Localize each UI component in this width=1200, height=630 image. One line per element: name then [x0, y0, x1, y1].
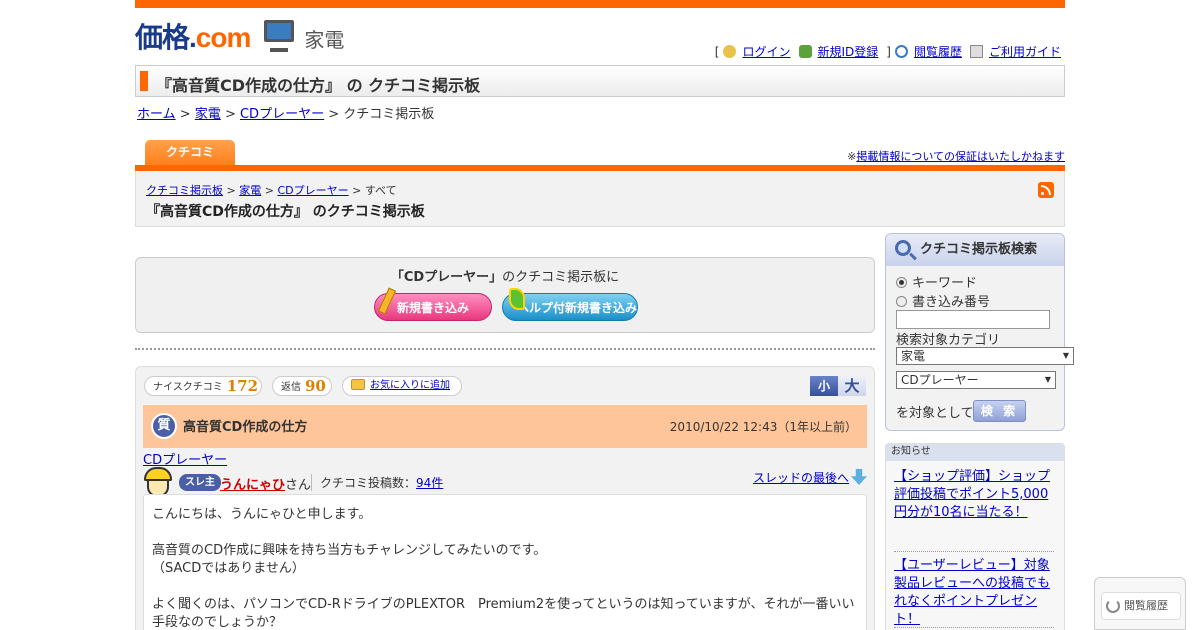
title-bar: 『高音質CD作成の仕方』 の クチコミ掲示板	[135, 65, 1065, 97]
history-icon	[1106, 599, 1120, 613]
board-header: クチコミ掲示板 > 家電 > CDプレーヤー > すべて 『高音質CD作成の仕方…	[135, 171, 1065, 227]
breadcrumb: ホーム > 家電 > CDプレーヤー > クチコミ掲示板	[137, 107, 435, 122]
reply-count-badge: 返信 90	[272, 376, 332, 396]
post-line: 手段なのでしょうか？	[152, 615, 283, 630]
board-crumb-subcategory[interactable]: CDプレーヤー	[277, 184, 348, 197]
board-crumb-category[interactable]: 家電	[239, 184, 261, 197]
font-small-button[interactable]: 小	[810, 376, 838, 396]
rss-icon[interactable]	[1038, 182, 1054, 198]
beginner-mark-icon	[509, 288, 525, 310]
post-line: よく聞くのは、パソコンでCD-RドライブのPLEXTOR Premium2を使っ…	[152, 597, 855, 612]
disclaimer-link[interactable]: 掲載情報についての保証はいたしかねます	[856, 150, 1065, 163]
breadcrumb-current: クチコミ掲示板	[343, 107, 435, 122]
top-accent-bar	[135, 0, 1065, 8]
breadcrumb-subcategory[interactable]: CDプレーヤー	[240, 107, 324, 122]
arrow-down-icon[interactable]	[851, 469, 867, 485]
board-breadcrumb: クチコミ掲示板 > 家電 > CDプレーヤー > すべて	[146, 184, 397, 197]
folder-icon	[351, 379, 365, 390]
board-search-panel: クチコミ掲示板検索 キーワード 書き込み番号 検索対象カテゴリ 家電 CDプレー…	[885, 233, 1074, 431]
thread-category-link[interactable]: CDプレーヤー	[143, 449, 227, 468]
notice-divider	[894, 627, 1054, 628]
jump-to-end-link[interactable]: スレッドの最後へ	[753, 471, 849, 485]
history-link[interactable]: 閲覧履歴	[914, 43, 962, 60]
question-title: 高音質CD作成の仕方	[183, 420, 308, 435]
notice-item-review[interactable]: 【ユーザーレビュー】対象製品レビューへの投稿でもれなくポイントプレゼント！	[894, 551, 1054, 629]
search-category-label: 検索対象カテゴリ	[896, 333, 1001, 348]
breadcrumb-category[interactable]: 家電	[195, 107, 221, 122]
user-add-icon	[798, 45, 812, 58]
jump-to-end: スレッドの最後へ	[753, 469, 867, 486]
breadcrumb-home[interactable]: ホーム	[137, 107, 176, 122]
site-logo[interactable]: 価格.com 家電	[135, 18, 344, 54]
post-body: こんにちは、うんにゃひと申します。 高音質のCD作成に興味を持ち当方もチャレンジ…	[143, 494, 867, 630]
add-favorite-button[interactable]: お気に入りに追加	[342, 376, 462, 396]
disclaimer: ※掲載情報についての保証はいたしかねます	[847, 150, 1065, 163]
poster-info: スレ主 うんにゃひさん クチコミ投稿数：94件 スレッドの最後へ	[143, 467, 867, 497]
font-large-button[interactable]: 大	[838, 376, 866, 396]
user-links: [ ログイン 新規ID登録 ] 閲覧履歴 ご利用ガイド	[714, 43, 1061, 60]
history-icon	[894, 45, 908, 58]
post-paragraph: こんにちは、うんにゃひと申します。	[152, 507, 372, 522]
login-link[interactable]: ログイン	[742, 43, 790, 60]
font-size-toggle: 小 大	[810, 376, 866, 396]
poster-name-link[interactable]: うんにゃひ	[220, 478, 285, 493]
pencil-icon	[377, 287, 397, 315]
new-post-box: 「CDプレーヤー」のクチコミ掲示板に 新規書き込み ヘルプ付新規書き込み	[135, 257, 875, 333]
radio-keyword[interactable]: キーワード	[896, 272, 977, 291]
question-icon: 質	[151, 413, 177, 439]
logo-category: 家電	[304, 28, 345, 52]
history-button[interactable]: 閲覧履歴	[1101, 592, 1181, 620]
register-link[interactable]: 新規ID登録	[818, 43, 879, 60]
new-post-button[interactable]: 新規書き込み	[374, 287, 492, 321]
post-line: （SACDではありません）	[152, 561, 305, 576]
question-header: 質 高音質CD作成の仕方 2010/10/22 12:43（1年以上前）	[143, 405, 867, 448]
guide-link[interactable]: ご利用ガイド	[989, 43, 1061, 60]
post-line: 高音質のCD作成に興味を持ち当方もチャレンジしてみたいのです。	[152, 543, 547, 558]
search-input[interactable]	[896, 310, 1050, 329]
help-new-post-button[interactable]: ヘルプ付新規書き込み	[502, 288, 638, 321]
question-date: 2010/10/22 12:43（1年以上前）	[669, 420, 857, 434]
title-marker	[140, 71, 148, 91]
board-crumb-board[interactable]: クチコミ掲示板	[146, 184, 223, 197]
poster-name: うんにゃひさん	[220, 478, 312, 493]
thread-starter-badge: スレ主	[179, 474, 221, 491]
notice-panel: お知らせ 【ショップ評価】ショップ評価投稿でポイント5,000円分が10名に当た…	[885, 443, 1065, 630]
search-button[interactable]: 検 索	[973, 400, 1026, 422]
tab-kuchikomi[interactable]: クチコミ	[145, 140, 235, 166]
floating-history: 閲覧履歴	[1094, 577, 1186, 630]
search-target-label: を対象として	[896, 406, 974, 421]
new-post-lead: 「CDプレーヤー」のクチコミ掲示板に	[390, 270, 620, 285]
notice-header: お知らせ	[886, 444, 1064, 461]
category-select[interactable]: 家電	[896, 347, 1074, 365]
thread-panel: ナイスクチコミ 172 返信 90 お気に入りに追加 小 大 質 高音質CD作成の仕…	[135, 366, 875, 630]
page-title: 『高音質CD作成の仕方』 の クチコミ掲示板	[156, 76, 481, 95]
nice-count-badge: ナイスクチコミ 172	[144, 376, 262, 396]
poster-posts-link[interactable]: 94件	[416, 476, 443, 490]
search-header: クチコミ掲示板検索	[886, 234, 1064, 266]
dotted-divider	[135, 348, 875, 350]
notice-item-shop[interactable]: 【ショップ評価】ショップ評価投稿でポイント5,000円分が10名に当たる！	[894, 468, 1054, 522]
logo-text: 価格.com	[135, 22, 251, 53]
poster-post-count: クチコミ投稿数：94件	[311, 474, 443, 491]
board-title: 『高音質CD作成の仕方』 のクチコミ掲示板	[146, 204, 425, 220]
radio-post-number[interactable]: 書き込み番号	[896, 291, 990, 310]
guide-icon	[969, 45, 983, 58]
key-icon	[723, 45, 737, 58]
subcategory-select[interactable]: CDプレーヤー	[896, 371, 1056, 389]
pc-icon	[260, 18, 298, 54]
avatar[interactable]	[143, 467, 173, 497]
search-icon	[895, 240, 911, 256]
